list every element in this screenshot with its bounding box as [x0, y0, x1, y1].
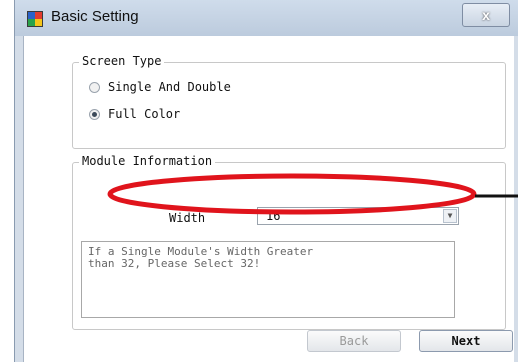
- red-highlight-ellipse: [107, 173, 477, 215]
- annotation-overlay: [107, 173, 518, 215]
